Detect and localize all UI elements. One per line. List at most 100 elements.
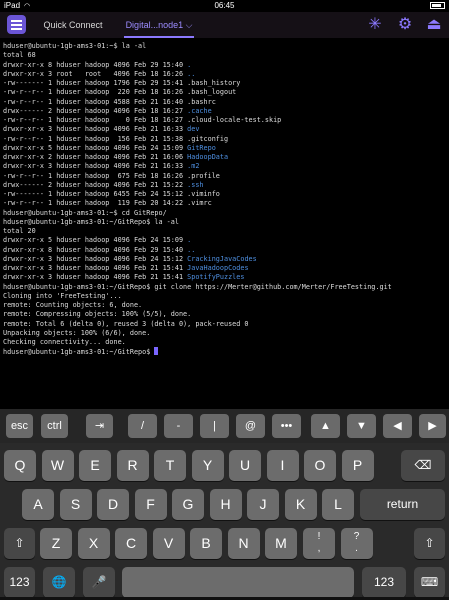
terminal-text: drwxr-xr-x 8 hduser hadoop 4096 Feb 29 1… xyxy=(3,60,188,69)
key-g[interactable]: G xyxy=(172,489,204,520)
key-s[interactable]: S xyxy=(59,489,92,520)
key-q[interactable]: Q xyxy=(4,450,36,481)
key-m[interactable]: M xyxy=(265,528,297,559)
esc-key[interactable]: esc xyxy=(6,414,33,438)
terminal-text: dev xyxy=(187,125,200,134)
key-w[interactable]: W xyxy=(41,450,74,481)
shift-right-key[interactable]: ⇧ xyxy=(414,528,445,559)
terminal-line: drwx------ 2 hduser hadoop 4096 Feb 21 1… xyxy=(3,181,446,190)
terminal-line: hduser@ubuntu-1gb-ams3-01:~$ cd GitRepo/ xyxy=(3,209,446,218)
key-n[interactable]: N xyxy=(227,528,260,559)
terminal-text: .. xyxy=(187,69,196,78)
menu-icon[interactable] xyxy=(7,15,26,34)
key-z[interactable]: Z xyxy=(40,528,72,559)
arrow-up-key[interactable]: ▲ xyxy=(311,414,340,438)
terminal-line: -rw-r--r-- 1 hduser hadoop 675 Feb 18 16… xyxy=(3,172,446,181)
arrow-left-key[interactable]: ◀ xyxy=(383,414,412,438)
terminal-text: hduser@ubuntu-1gb-ams3-01:~/GitRepo$ git… xyxy=(3,282,392,291)
key-v[interactable]: V xyxy=(152,528,185,559)
backspace-key[interactable]: ⌫ xyxy=(401,450,445,481)
terminal-output[interactable]: hduser@ubuntu-1gb-ams3-01:~$ la -al total… xyxy=(0,38,449,409)
terminal-text: -rw-r--r-- 1 hduser hadoop 156 Feb 21 15… xyxy=(3,134,229,143)
terminal-text: .cache xyxy=(187,106,212,115)
globe-icon[interactable]: 🌐 xyxy=(43,567,75,598)
shift-left-key[interactable]: ⇧ xyxy=(4,528,35,559)
terminal-line: drwxr-xr-x 8 hduser hadoop 4096 Feb 29 1… xyxy=(3,61,446,70)
key-b[interactable]: B xyxy=(190,528,222,559)
hide-keyboard-icon[interactable]: ⌨ xyxy=(414,567,445,598)
key-u[interactable]: U xyxy=(229,450,261,481)
terminal-line: drwxr-xr-x 2 hduser hadoop 4096 Feb 21 1… xyxy=(3,153,446,162)
key-j[interactable]: J xyxy=(247,489,279,520)
pipe-key[interactable]: | xyxy=(200,414,229,438)
key-c[interactable]: C xyxy=(115,528,147,559)
terminal-line: drwxr-xr-x 3 root root 4096 Feb 18 16:26… xyxy=(3,70,446,79)
clock: 06:45 xyxy=(214,1,235,10)
sparkle-icon[interactable]: ✳ xyxy=(366,16,384,34)
terminal-text: drwxr-xr-x 5 hduser hadoop 4096 Feb 24 1… xyxy=(3,236,188,245)
return-key[interactable]: return xyxy=(360,489,445,520)
terminal-text: -rw------- 1 hduser hadoop 6455 Feb 24 1… xyxy=(3,190,220,198)
key-r[interactable]: R xyxy=(116,450,149,481)
microphone-icon[interactable]: 🎤 xyxy=(83,567,115,598)
terminal-line: Checking connectivity... done. xyxy=(3,338,446,347)
key-h[interactable]: H xyxy=(209,489,242,520)
slash-key[interactable]: / xyxy=(128,414,157,438)
terminal-text: JavaHadoopCodes xyxy=(187,264,249,272)
at-key[interactable]: @ xyxy=(236,414,265,438)
terminal-text: drwxr-xr-x 8 hduser hadoop 4096 Feb 29 1… xyxy=(3,245,188,254)
status-bar: iPad ◠ 06:45 xyxy=(0,0,449,12)
terminal-line: -rw------- 1 hduser hadoop 6455 Feb 24 1… xyxy=(3,190,446,199)
terminal-text: CrackingJavaCodes xyxy=(187,254,257,263)
terminal-line: Unpacking objects: 100% (6/6), done. xyxy=(3,329,446,338)
key-l[interactable]: L xyxy=(322,489,354,520)
terminal-line: drwxr-xr-x 8 hduser hadoop 4096 Feb 29 1… xyxy=(3,246,446,255)
key-t[interactable]: T xyxy=(154,450,186,481)
question-period-key[interactable]: ?. xyxy=(340,528,373,559)
key-shift-char: ! xyxy=(317,531,321,542)
terminal-text: drwx------ 2 hduser hadoop 4096 Feb 21 1… xyxy=(3,180,188,189)
terminal-text: drwxr-xr-x 3 hduser hadoop 4096 Feb 21 1… xyxy=(3,125,188,134)
exclaim-comma-key[interactable]: !, xyxy=(303,528,335,559)
tab-quick-connect[interactable]: Quick Connect xyxy=(38,12,108,38)
key-f[interactable]: F xyxy=(134,489,167,520)
terminal-line: -rw------- 1 hduser hadoop 1796 Feb 29 1… xyxy=(3,79,446,88)
tab-session-digital-node1[interactable]: Digital...node1 ⌵ xyxy=(118,12,200,38)
key-char: . xyxy=(355,543,358,554)
eject-icon[interactable]: ⏏ xyxy=(425,16,443,34)
key-p[interactable]: P xyxy=(341,450,374,481)
arrow-right-key[interactable]: ▶ xyxy=(419,414,446,438)
key-y[interactable]: Y xyxy=(191,450,224,481)
gear-icon[interactable]: ⚙ xyxy=(396,16,414,34)
terminal-text: drwxr-xr-x 3 root root 4096 Feb 18 16:26 xyxy=(3,69,188,78)
ctrl-key[interactable]: ctrl xyxy=(41,414,68,438)
tab-key[interactable]: ⇥ xyxy=(86,414,113,438)
terminal-text: -rw-r--r-- 1 hduser hadoop 4588 Feb 21 1… xyxy=(3,97,216,106)
key-k[interactable]: K xyxy=(284,489,317,520)
terminal-text: remote: Counting objects: 6, done. xyxy=(3,301,143,309)
terminal-text: HadoopData xyxy=(187,153,229,161)
key-a[interactable]: A xyxy=(22,489,54,520)
key-d[interactable]: D xyxy=(97,489,129,520)
numbers-key-right[interactable]: 123 xyxy=(362,567,406,598)
minus-key[interactable]: - xyxy=(164,414,193,438)
terminal-text: -rw-r--r-- 1 hduser hadoop 0 Feb 18 16:2… xyxy=(3,116,282,124)
more-key[interactable]: ••• xyxy=(272,414,301,438)
key-o[interactable]: O xyxy=(304,450,336,481)
arrow-down-key[interactable]: ▼ xyxy=(347,414,376,438)
terminal-line: -rw-r--r-- 1 hduser hadoop 0 Feb 18 16:2… xyxy=(3,116,446,125)
terminal-text: SpotifyPuzzles xyxy=(187,273,245,282)
space-bar[interactable] xyxy=(122,567,354,598)
terminal-line: drwx------ 2 hduser hadoop 4096 Feb 18 1… xyxy=(3,107,446,116)
terminal-line: drwxr-xr-x 5 hduser hadoop 4096 Feb 24 1… xyxy=(3,236,446,245)
terminal-text: hduser@ubuntu-1gb-ams3-01:~/GitRepo$ xyxy=(3,348,155,357)
terminal-text: drwxr-xr-x 3 hduser hadoop 4096 Feb 21 1… xyxy=(3,162,188,171)
numbers-key-left[interactable]: 123 xyxy=(4,567,35,598)
terminal-text: drwx------ 2 hduser hadoop 4096 Feb 18 1… xyxy=(3,106,188,115)
terminal-line: -rw-r--r-- 1 hduser hadoop 119 Feb 20 14… xyxy=(3,199,446,208)
key-i[interactable]: I xyxy=(266,450,299,481)
terminal-line: remote: Counting objects: 6, done. xyxy=(3,301,446,310)
terminal-line: hduser@ubuntu-1gb-ams3-01:~/GitRepo$ la … xyxy=(3,218,446,227)
key-e[interactable]: E xyxy=(79,450,111,481)
key-x[interactable]: X xyxy=(77,528,110,559)
